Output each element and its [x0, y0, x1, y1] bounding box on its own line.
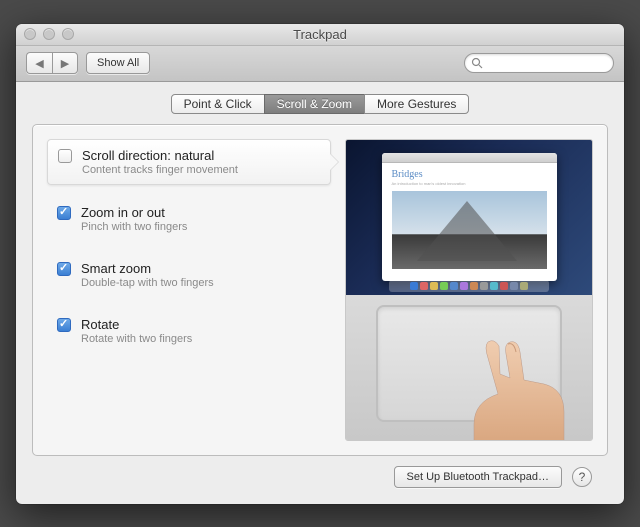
option-scroll-direction[interactable]: Scroll direction: natural Content tracks…: [47, 139, 331, 185]
options-list: Scroll direction: natural Content tracks…: [47, 139, 331, 441]
option-sub: Double-tap with two fingers: [81, 277, 214, 289]
preview-window: Bridges An introduction to man's oldest …: [382, 153, 557, 281]
option-title: Zoom in or out: [81, 205, 187, 220]
back-button[interactable]: ◀: [26, 52, 52, 74]
footer: Set Up Bluetooth Trackpad… ?: [32, 456, 608, 492]
option-sub: Content tracks finger movement: [82, 164, 238, 176]
settings-panel: Scroll direction: natural Content tracks…: [32, 124, 608, 456]
checkbox-smart-zoom[interactable]: [57, 262, 71, 276]
prefs-window: Trackpad ◀ ▶ Show All Point & Click Scro…: [16, 24, 624, 504]
option-text: Smart zoom Double-tap with two fingers: [81, 261, 214, 289]
option-zoom[interactable]: Zoom in or out Pinch with two fingers: [47, 197, 331, 241]
bluetooth-trackpad-button[interactable]: Set Up Bluetooth Trackpad…: [394, 466, 562, 488]
chevron-right-icon: ▶: [61, 57, 69, 70]
hand-icon: [444, 334, 584, 441]
window-title: Trackpad: [16, 27, 624, 42]
checkbox-scroll-direction[interactable]: [58, 149, 72, 163]
option-title: Rotate: [81, 317, 192, 332]
search-field[interactable]: [464, 53, 614, 73]
zoom-icon[interactable]: [62, 28, 74, 40]
help-button[interactable]: ?: [572, 467, 592, 487]
preview-page-title: Bridges: [392, 169, 547, 180]
option-text: Zoom in or out Pinch with two fingers: [81, 205, 187, 233]
tab-bar: Point & Click Scroll & Zoom More Gesture…: [32, 94, 608, 114]
option-smart-zoom[interactable]: Smart zoom Double-tap with two fingers: [47, 253, 331, 297]
titlebar: Trackpad: [16, 24, 624, 46]
gesture-preview: Bridges An introduction to man's oldest …: [345, 139, 593, 441]
preview-dock: [389, 280, 549, 292]
toolbar: ◀ ▶ Show All: [16, 46, 624, 82]
checkbox-zoom[interactable]: [57, 206, 71, 220]
forward-button[interactable]: ▶: [52, 52, 78, 74]
minimize-icon[interactable]: [43, 28, 55, 40]
option-title: Smart zoom: [81, 261, 214, 276]
preview-page-sub: An introduction to man's oldest innovati…: [392, 181, 547, 186]
preview-window-bar: [382, 153, 557, 163]
preview-image: [392, 191, 547, 269]
preview-window-body: Bridges An introduction to man's oldest …: [382, 163, 557, 275]
search-input[interactable]: [487, 57, 607, 69]
option-text: Rotate Rotate with two fingers: [81, 317, 192, 345]
chevron-left-icon: ◀: [35, 57, 43, 70]
tab-more-gestures[interactable]: More Gestures: [364, 94, 469, 114]
checkbox-rotate[interactable]: [57, 318, 71, 332]
option-title: Scroll direction: natural: [82, 148, 238, 163]
traffic-lights: [16, 28, 74, 40]
option-sub: Rotate with two fingers: [81, 333, 192, 345]
nav-group: ◀ ▶: [26, 52, 78, 74]
option-sub: Pinch with two fingers: [81, 221, 187, 233]
preview-screen: Bridges An introduction to man's oldest …: [346, 140, 592, 295]
search-icon: [471, 57, 483, 69]
close-icon[interactable]: [24, 28, 36, 40]
option-text: Scroll direction: natural Content tracks…: [82, 148, 238, 176]
option-rotate[interactable]: Rotate Rotate with two fingers: [47, 309, 331, 353]
show-all-button[interactable]: Show All: [86, 52, 150, 74]
tab-point-click[interactable]: Point & Click: [171, 94, 265, 114]
content: Point & Click Scroll & Zoom More Gesture…: [16, 82, 624, 504]
preview-trackpad: [346, 295, 592, 440]
tab-scroll-zoom[interactable]: Scroll & Zoom: [264, 94, 365, 114]
